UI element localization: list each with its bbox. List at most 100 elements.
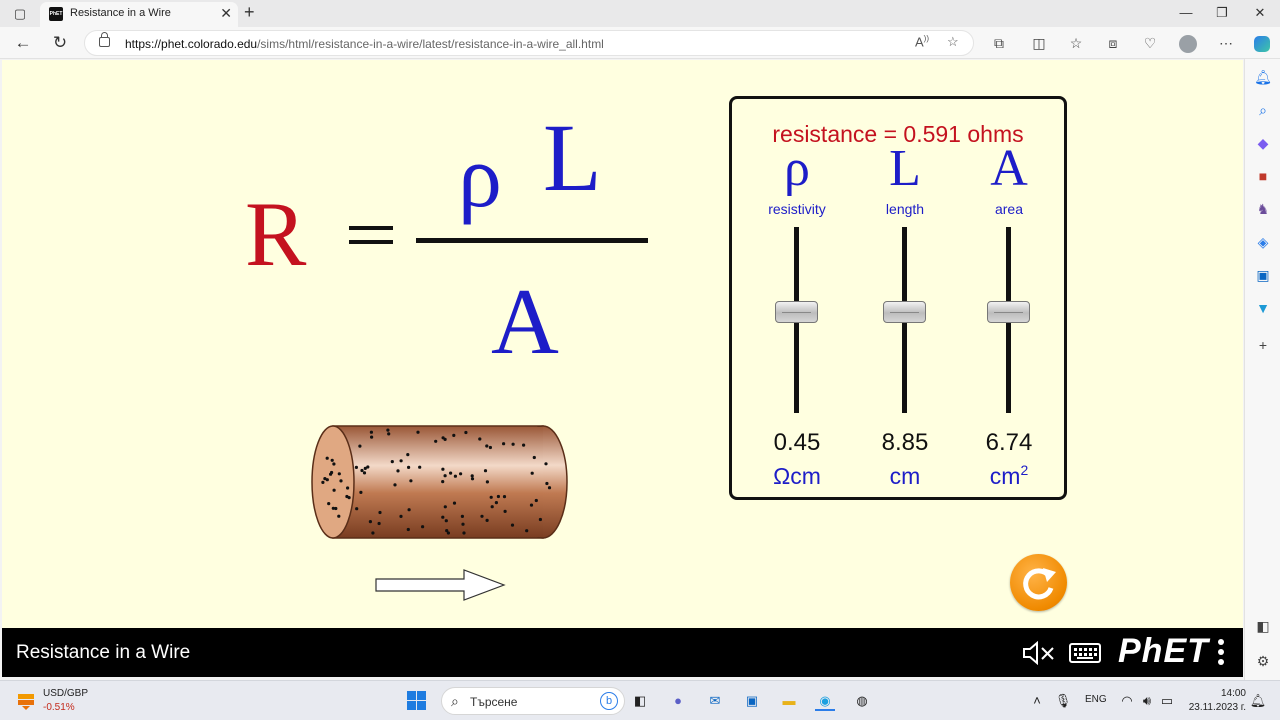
bing-icon[interactable]: b: [600, 692, 618, 710]
search-icon[interactable]: ⌕: [1253, 100, 1273, 120]
favorites-icon[interactable]: ☆: [1066, 33, 1086, 53]
close-window-button[interactable]: ✕: [1245, 3, 1275, 23]
impurity-dot: [480, 514, 484, 518]
tools-briefcase-icon[interactable]: ■: [1253, 166, 1273, 186]
browser-essentials-icon[interactable]: ♡: [1140, 33, 1160, 53]
keyboard-help-icon[interactable]: [1069, 643, 1101, 663]
resistivity-slider-thumb[interactable]: [775, 300, 818, 323]
impurity-dot: [485, 518, 489, 522]
obs-app-icon[interactable]: ◍: [852, 691, 872, 711]
area-slider-thumb[interactable]: [987, 300, 1030, 323]
volume-icon[interactable]: 🔊︎: [1137, 691, 1157, 711]
wire-cylinder: [311, 425, 568, 539]
impurity-dot: [444, 519, 448, 523]
impurity-dot: [399, 459, 403, 463]
clock-time[interactable]: 14:00: [1186, 688, 1246, 699]
profile-avatar[interactable]: [1178, 33, 1198, 54]
widgets-label[interactable]: USD/GBP: [43, 688, 88, 699]
close-tab-icon[interactable]: ✕: [220, 5, 232, 22]
impurity-dot: [332, 488, 336, 492]
impurity-dot: [393, 483, 397, 487]
clock-date[interactable]: 23.11.2023 г.: [1186, 702, 1246, 713]
mail-icon[interactable]: ✉: [705, 691, 725, 711]
microphone-icon[interactable]: 🎙︎: [1053, 691, 1073, 711]
impurity-dot: [407, 508, 411, 512]
impurity-dot: [371, 531, 375, 535]
drop-icon[interactable]: ▼: [1253, 298, 1273, 318]
impurity-dot: [409, 479, 413, 483]
control-panel: resistance = 0.591 ohms ρ resistivity 0.45…: [729, 96, 1067, 500]
impurity-dot: [416, 430, 420, 434]
tab-resistance-in-a-wire[interactable]: PhET Resistance in a Wire ✕: [40, 2, 238, 27]
length-slider-thumb[interactable]: [883, 300, 926, 323]
url-field[interactable]: https://phet.colorado.edu/sims/html/resi…: [84, 30, 974, 56]
edge-sidebar: 🔔︎ ⌕ ◆ ■ ♞ ◈ ▣ ▼ + ◧ ⚙: [1244, 59, 1280, 680]
maximize-button[interactable]: ❐: [1207, 3, 1237, 23]
input-language[interactable]: ENG: [1085, 694, 1107, 705]
back-button[interactable]: ←: [12, 32, 34, 54]
impurity-dot: [441, 480, 445, 484]
impurity-dot: [339, 479, 343, 483]
minimize-button[interactable]: —: [1171, 3, 1201, 23]
taskbar-search-box[interactable]: ⌕ Търсене b: [441, 687, 625, 715]
add-sidebar-app-icon[interactable]: +: [1253, 335, 1273, 355]
widgets-chart-icon[interactable]: [16, 690, 36, 710]
impurity-dot: [387, 432, 391, 436]
impurity-dot: [418, 465, 422, 469]
impurity-dot: [363, 466, 367, 470]
read-aloud-icon[interactable]: A)): [915, 34, 929, 49]
notifications-bell-icon[interactable]: 🔔︎: [1253, 67, 1273, 87]
extensions-icon[interactable]: ⧉: [989, 33, 1009, 53]
split-screen-icon[interactable]: ◫: [1029, 33, 1049, 53]
impurity-dot: [502, 495, 507, 499]
show-hidden-icons-chevron-icon[interactable]: ˄: [1027, 691, 1047, 711]
hide-sidebar-icon[interactable]: ◧: [1253, 616, 1273, 636]
edge-browser-icon[interactable]: ◉: [815, 691, 835, 711]
impurity-dot: [446, 531, 450, 535]
resistivity-label: resistivity: [768, 201, 826, 217]
outlook-icon[interactable]: ▣: [1253, 265, 1273, 285]
impurity-dot: [407, 465, 411, 469]
copilot-icon[interactable]: [1252, 33, 1272, 53]
tab-actions-icon[interactable]: ▢: [10, 4, 30, 24]
collections-icon[interactable]: ⧈: [1103, 33, 1123, 53]
impurity-dot: [547, 486, 552, 490]
lock-icon[interactable]: [99, 32, 110, 47]
taskbar-search-placeholder: Търсене: [470, 695, 518, 709]
sidebar-settings-gear-icon[interactable]: ⚙: [1253, 651, 1273, 671]
reset-all-button[interactable]: [1010, 554, 1067, 611]
refresh-button[interactable]: ↻: [49, 32, 71, 54]
wifi-icon[interactable]: ◠: [1117, 691, 1137, 711]
games-icon[interactable]: ♞: [1253, 199, 1273, 219]
impurity-dot: [406, 453, 410, 457]
impurity-dot: [390, 460, 394, 464]
notification-center-icon[interactable]: 🔔︎: [1248, 691, 1268, 711]
file-explorer-icon[interactable]: ▬: [779, 691, 799, 711]
settings-more-icon[interactable]: ⋯: [1216, 33, 1236, 53]
impurity-dot: [460, 514, 464, 518]
impurity-dot: [443, 474, 447, 478]
shopping-tag-icon[interactable]: ◆: [1253, 133, 1273, 153]
teams-chat-icon[interactable]: ●: [668, 691, 688, 711]
new-tab-button[interactable]: +: [244, 2, 255, 23]
equation-R: R: [245, 183, 307, 285]
favorite-star-icon[interactable]: ☆: [947, 34, 959, 50]
sound-muted-icon[interactable]: [1022, 641, 1056, 665]
impurity-dot: [470, 477, 475, 481]
length-label: length: [885, 201, 925, 217]
battery-icon[interactable]: ▭: [1157, 691, 1177, 711]
impurity-dot: [360, 468, 364, 473]
microsoft-365-icon[interactable]: ◈: [1253, 232, 1273, 252]
resistivity-value: 0.45: [773, 429, 821, 456]
impurity-dot: [545, 481, 549, 486]
task-view-icon[interactable]: ◧: [630, 691, 650, 711]
store-icon[interactable]: ▣: [742, 691, 762, 711]
impurity-dot: [453, 474, 457, 478]
impurity-dot: [358, 444, 362, 448]
start-button[interactable]: [407, 691, 427, 711]
impurity-dot: [399, 514, 403, 518]
impurity-dot: [534, 498, 538, 503]
phet-logo[interactable]: PhET: [1118, 634, 1209, 668]
impurity-dot: [529, 503, 534, 507]
phet-menu-button[interactable]: [1217, 639, 1225, 667]
